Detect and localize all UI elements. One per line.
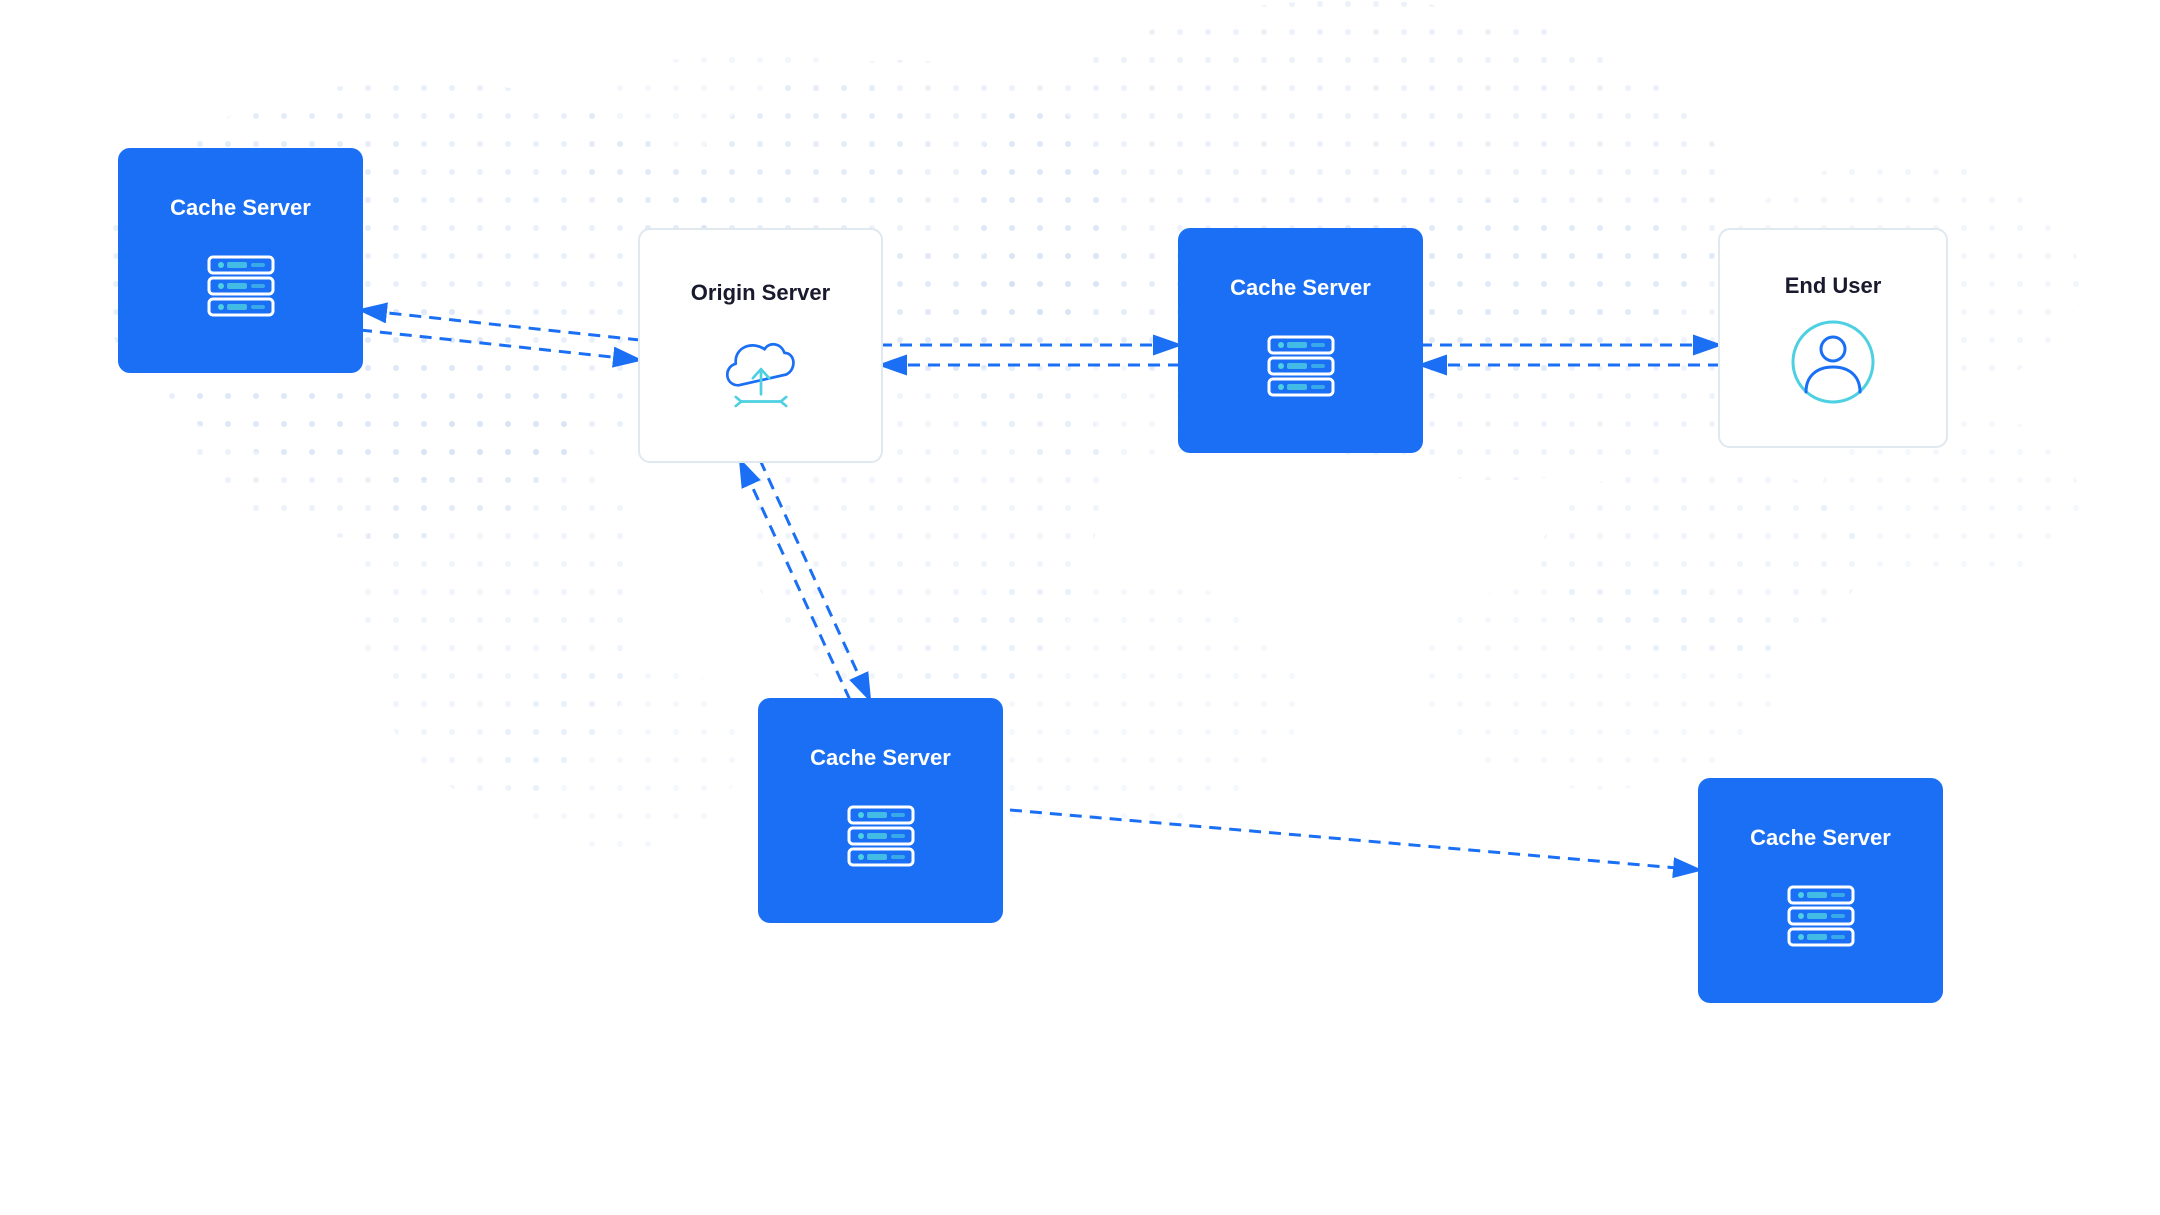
origin-server-node: Origin Server bbox=[638, 228, 883, 463]
cache-server-bottom-right-icon bbox=[1776, 870, 1866, 960]
end-user-icon bbox=[1788, 317, 1878, 407]
end-user-title: End User bbox=[1785, 273, 1882, 299]
arrow-origin-to-cachetl bbox=[360, 310, 640, 340]
cache-server-center-title: Cache Server bbox=[1230, 275, 1371, 301]
end-user-node: End User bbox=[1718, 228, 1948, 448]
arrow-cachebottom-to-origin bbox=[740, 460, 850, 700]
cache-server-center-node: Cache Server bbox=[1178, 228, 1423, 453]
cache-server-bottom-right-title: Cache Server bbox=[1750, 825, 1891, 851]
origin-server-icon bbox=[716, 325, 806, 415]
cache-server-topleft-node: Cache Server bbox=[118, 148, 363, 373]
arrow-origin-to-cachebottom bbox=[760, 460, 870, 700]
cache-server-bottom-center-icon bbox=[836, 790, 926, 880]
cache-server-center-icon bbox=[1256, 320, 1346, 410]
arrow-cachetl-to-origin bbox=[360, 330, 640, 360]
cache-server-topleft-title: Cache Server bbox=[170, 195, 311, 221]
cache-server-bottom-right-node: Cache Server bbox=[1698, 778, 1943, 1003]
cache-server-topleft-icon bbox=[196, 240, 286, 330]
origin-server-title: Origin Server bbox=[691, 280, 830, 306]
diagram-container: Cache Server Origin Server bbox=[0, 0, 2160, 1215]
arrow-cachebottom-to-cachebr bbox=[1010, 810, 1700, 870]
cache-server-bottom-center-node: Cache Server bbox=[758, 698, 1003, 923]
cache-server-bottom-center-title: Cache Server bbox=[810, 745, 951, 771]
